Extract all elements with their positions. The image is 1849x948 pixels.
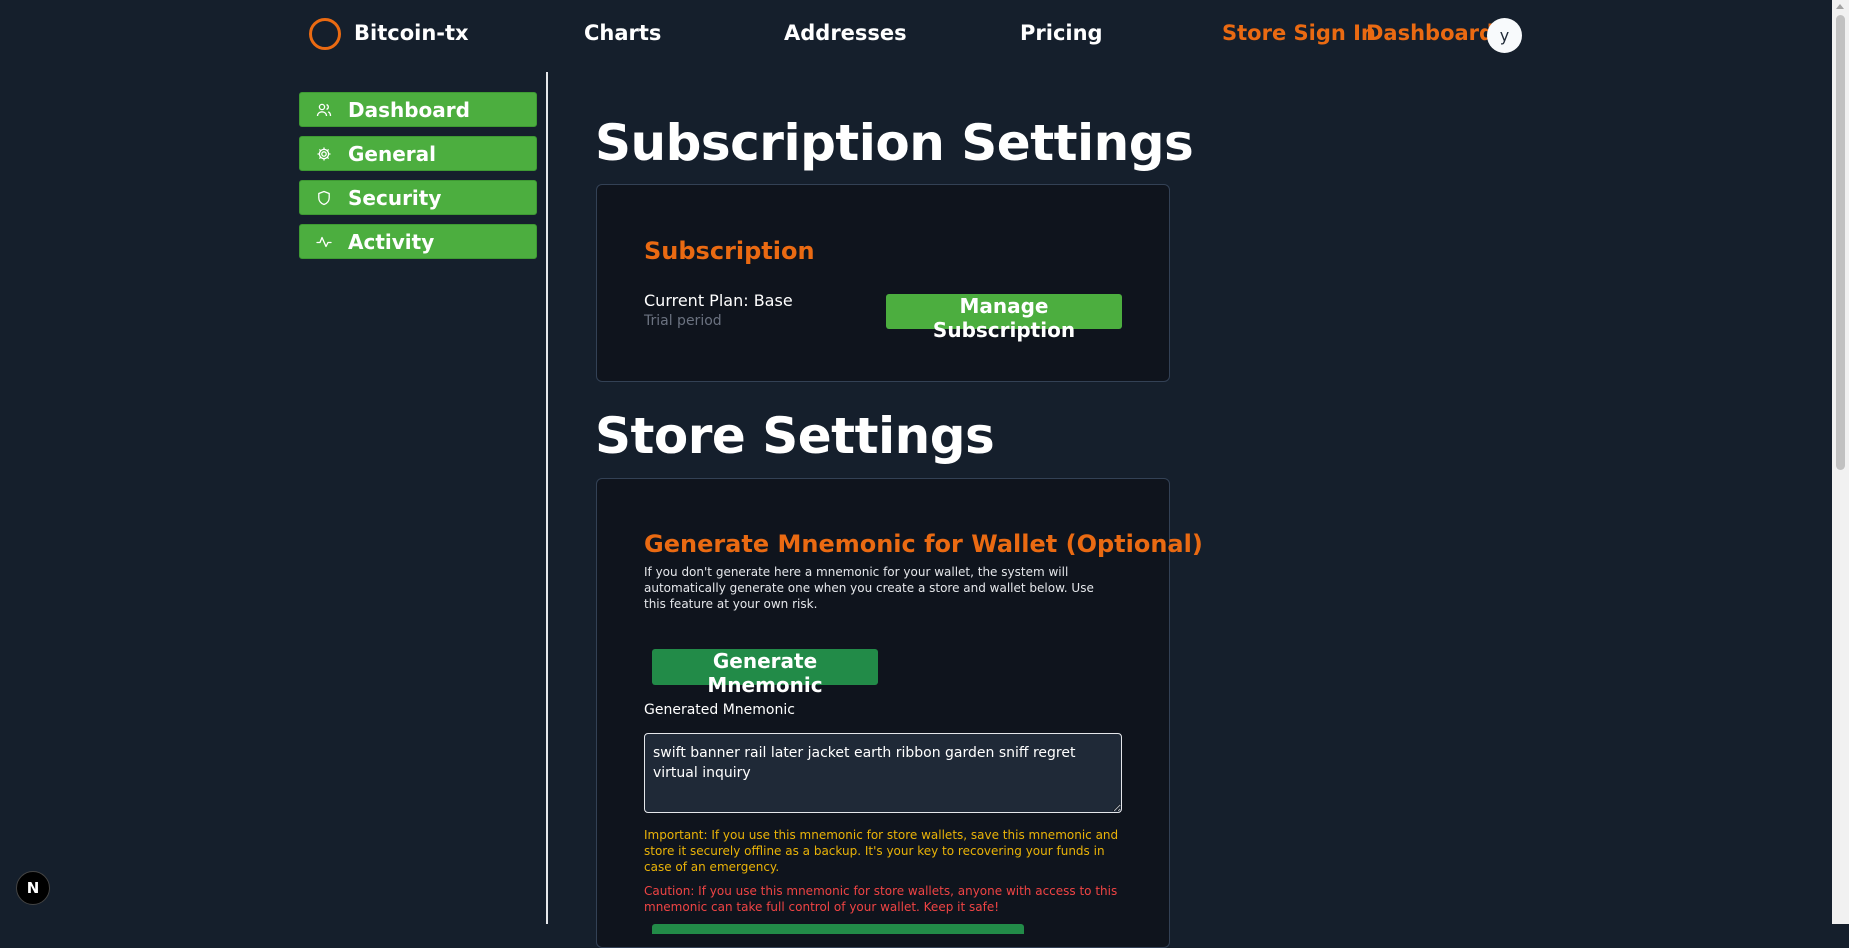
caution-note: Caution: If you use this mnemonic for st…	[644, 884, 1118, 914]
subscription-card: Subscription Current Plan: Base Trial pe…	[596, 184, 1170, 382]
important-note: Important: If you use this mnemonic for …	[644, 828, 1119, 874]
activity-icon	[316, 236, 332, 248]
sidebar-item-dashboard[interactable]: Dashboard	[299, 92, 537, 127]
current-plan: Current Plan: Base	[644, 291, 793, 310]
sidebar-item-security[interactable]: Security	[299, 180, 537, 215]
next-button-partial[interactable]	[652, 924, 1024, 934]
top-navbar: Bitcoin-tx Charts Addresses Pricing Stor…	[0, 0, 1832, 72]
sidebar-item-label: Security	[348, 186, 442, 210]
brand-name[interactable]: Bitcoin-tx	[354, 21, 469, 45]
generated-mnemonic-label: Generated Mnemonic	[644, 702, 795, 718]
sidebar-item-label: Activity	[348, 230, 435, 254]
subscription-settings-heading: Subscription Settings	[595, 114, 1194, 172]
sidebar-divider	[546, 72, 548, 924]
scrollbar-thumb[interactable]	[1836, 15, 1845, 470]
sidebar-item-label: General	[348, 142, 436, 166]
nav-charts[interactable]: Charts	[584, 21, 661, 45]
mnemonic-description: If you don't generate here a mnemonic fo…	[644, 565, 1094, 611]
store-settings-card: Generate Mnemonic for Wallet (Optional) …	[596, 478, 1203, 948]
nav-pricing[interactable]: Pricing	[1020, 21, 1103, 45]
next-dev-indicator[interactable]: N	[16, 871, 50, 905]
page-scrollbar[interactable]	[1832, 0, 1849, 924]
mnemonic-card-title: Generate Mnemonic for Wallet (Optional)	[644, 530, 1203, 558]
generated-mnemonic-field[interactable]: swift banner rail later jacket earth rib…	[644, 733, 1122, 813]
gear-icon	[317, 147, 331, 161]
scroll-up-arrow-icon[interactable]	[1836, 4, 1844, 9]
manage-subscription-button[interactable]: Manage Subscription	[886, 294, 1122, 342]
nav-addresses[interactable]: Addresses	[784, 21, 907, 45]
store-settings-heading: Store Settings	[595, 407, 995, 465]
sidebar-item-activity[interactable]: Activity	[299, 224, 537, 259]
generate-mnemonic-button[interactable]: Generate Mnemonic	[652, 649, 878, 697]
sidebar-item-general[interactable]: General	[299, 136, 537, 171]
dashboard-link[interactable]: Dashboard	[1366, 21, 1494, 45]
bitcoin-logo-icon[interactable]	[309, 18, 341, 50]
shield-icon	[318, 190, 330, 206]
sidebar-item-label: Dashboard	[348, 98, 470, 122]
store-sign-in-link[interactable]: Store Sign In	[1222, 21, 1376, 45]
users-icon	[316, 103, 332, 117]
plan-status: Trial period	[644, 313, 722, 329]
subscription-card-title: Subscription	[644, 237, 815, 265]
user-avatar[interactable]: y	[1487, 18, 1522, 53]
